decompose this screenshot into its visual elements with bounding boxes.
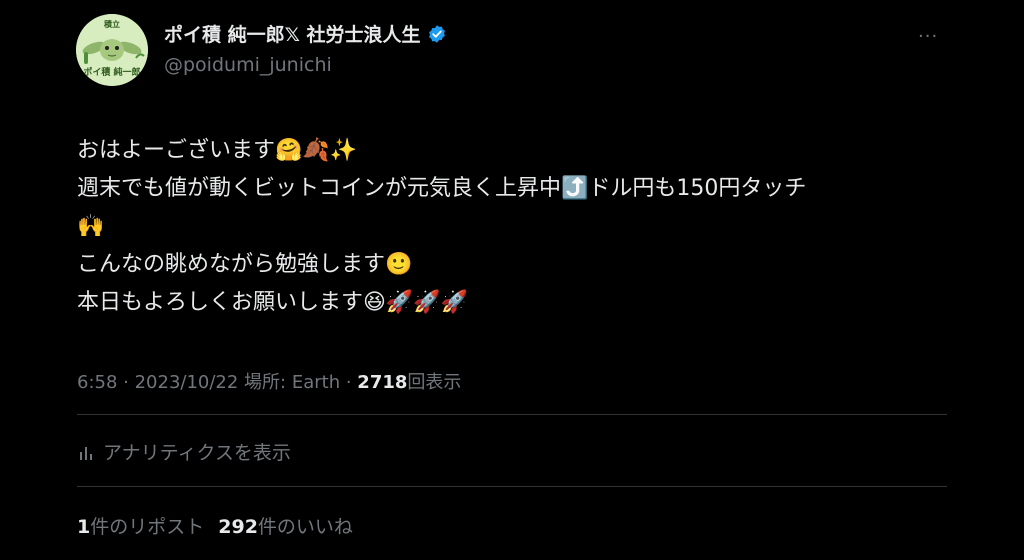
reposts-count: 1	[77, 516, 91, 538]
reposts-label: 件のリポスト	[90, 516, 205, 538]
tweet-line: 週末でも値が動くビットコインが元気良く上昇中⤴️ドル円も150円タッチ	[77, 176, 807, 201]
tweet-text: おはよーございます🤗🍂✨ 週末でも値が動くビットコインが元気良く上昇中⤴️ドル円…	[77, 132, 957, 322]
tweet-line: 🙌	[77, 214, 105, 239]
display-name[interactable]: ポイ積 純一郎𝕏 社労士浪人生	[164, 20, 421, 47]
verified-badge-icon	[428, 24, 445, 43]
likes-count: 292	[218, 516, 258, 538]
author-name-row[interactable]: ポイ積 純一郎𝕏 社労士浪人生	[164, 20, 447, 47]
views-label: 回表示	[407, 372, 462, 393]
divider	[77, 414, 947, 415]
likes-stat[interactable]: 292件のいいね	[218, 512, 353, 539]
author-handle[interactable]: @poidumi_junichi	[164, 54, 332, 76]
more-options-button[interactable]: ···	[918, 26, 938, 47]
tweet-line: こんなの眺めながら勉強します🙂	[77, 252, 413, 277]
avatar-top-label: 積立	[104, 20, 120, 29]
analytics-label: アナリティクスを表示	[103, 442, 291, 464]
analytics-bar-icon	[80, 446, 92, 460]
tweet-line: おはよーございます🤗🍂✨	[77, 138, 358, 163]
avatar-bottom-label: ポイ積 純一郎	[83, 68, 141, 78]
tweet-line: 本日もよろしくお願いします😆🚀🚀🚀	[77, 290, 469, 315]
reposts-stat[interactable]: 1件のリポスト	[77, 512, 204, 539]
views-count: 2718	[357, 372, 408, 393]
tweet-meta: 6:58 · 2023/10/22 場所: Earth · 2718回表示	[77, 368, 461, 394]
avatar[interactable]: 積立 ポイ積 純一郎	[76, 14, 148, 86]
likes-label: 件のいいね	[257, 516, 353, 538]
divider	[77, 486, 947, 487]
view-analytics-button[interactable]: アナリティクスを表示	[77, 438, 291, 465]
engagement-stats: 1件のリポスト 292件のいいね	[77, 512, 353, 539]
tweet-timestamp[interactable]: 6:58 · 2023/10/22 場所: Earth ·	[77, 372, 352, 393]
